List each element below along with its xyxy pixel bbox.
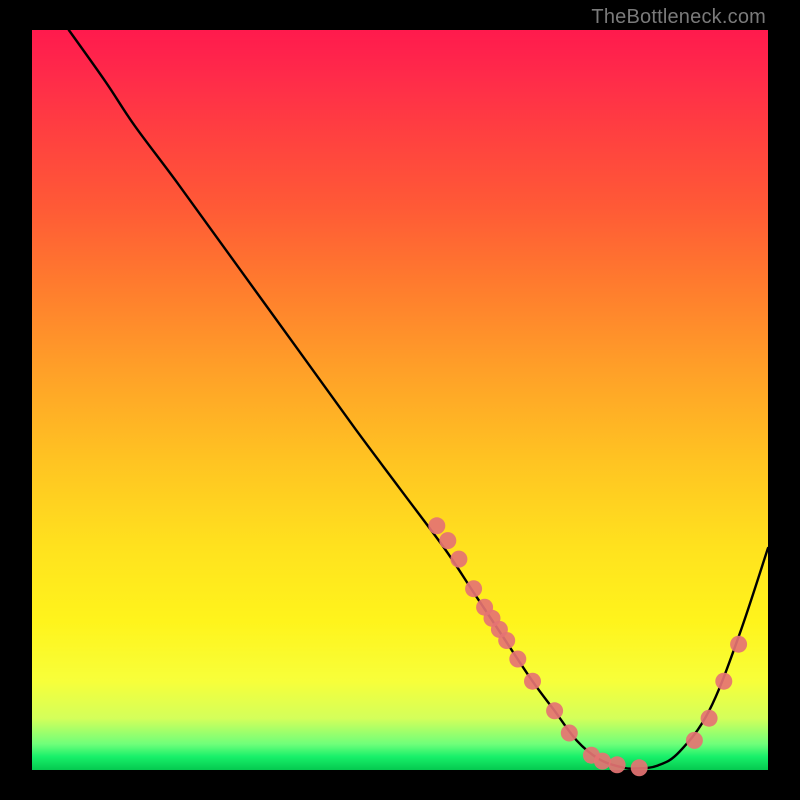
data-point: [498, 632, 515, 649]
data-point: [561, 725, 578, 742]
data-point: [428, 517, 445, 534]
data-point: [465, 580, 482, 597]
data-point: [450, 551, 467, 568]
data-point: [631, 759, 648, 776]
data-point: [701, 710, 718, 727]
chart-svg: [32, 30, 768, 770]
data-point: [730, 636, 747, 653]
bottleneck-curve: [69, 30, 768, 769]
data-point-group: [428, 517, 747, 776]
data-point: [439, 532, 456, 549]
data-point: [686, 732, 703, 749]
data-point: [546, 702, 563, 719]
data-point: [594, 753, 611, 770]
plot-area: [32, 30, 768, 770]
data-point: [509, 651, 526, 668]
chart-frame: TheBottleneck.com: [0, 0, 800, 800]
data-point: [524, 673, 541, 690]
data-point: [715, 673, 732, 690]
data-point: [609, 756, 626, 773]
watermark-text: TheBottleneck.com: [591, 6, 766, 29]
